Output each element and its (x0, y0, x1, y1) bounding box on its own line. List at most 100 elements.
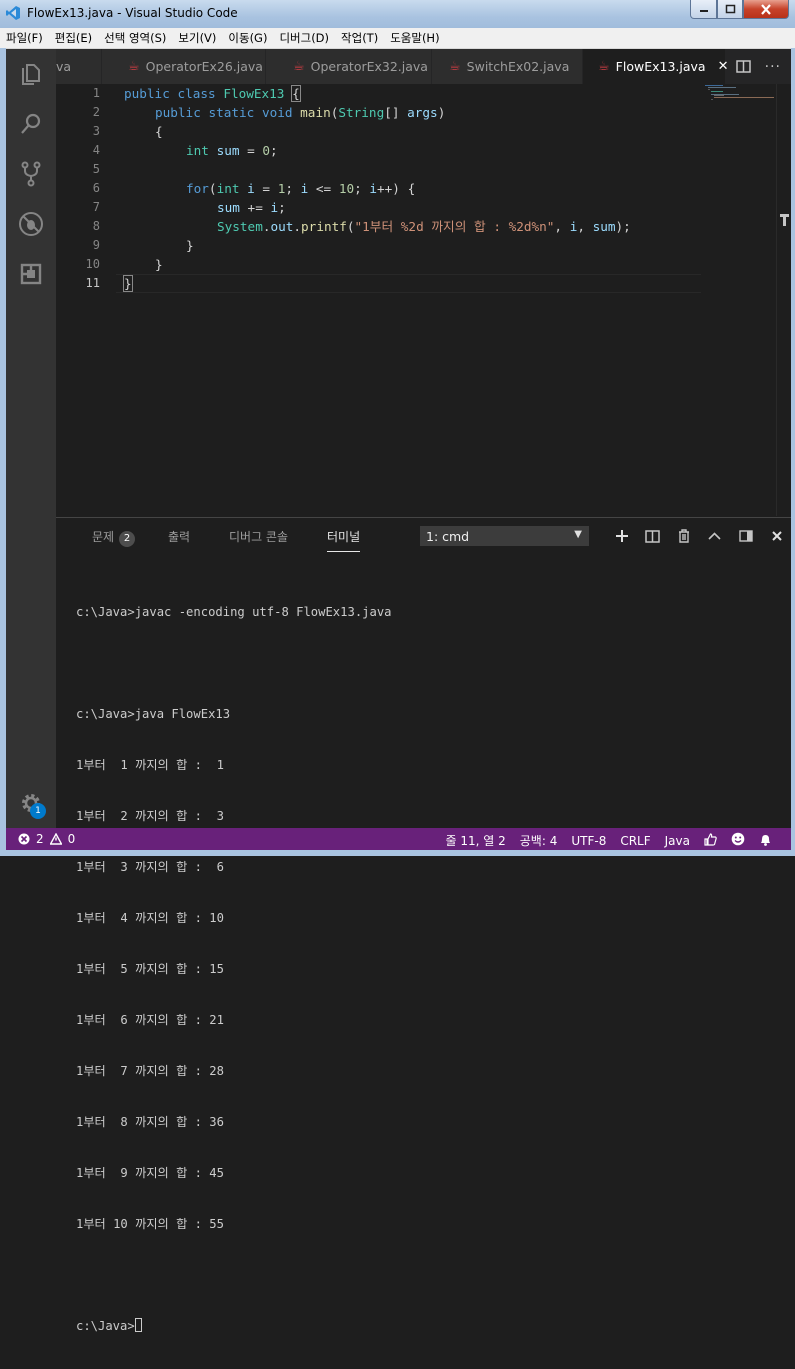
maximize-icon (725, 4, 735, 14)
tab-switchex02[interactable]: ☕ SwitchEx02.java (432, 49, 583, 84)
close-window-button[interactable] (743, 0, 789, 19)
minimize-button[interactable] (690, 0, 717, 19)
split-terminal-button[interactable] (637, 526, 668, 546)
menu-debug[interactable]: 디버그(D) (273, 30, 335, 46)
toggle-panel-position-button[interactable] (730, 526, 761, 546)
terminal-line: c:\Java>java FlowEx13 (76, 707, 231, 721)
split-editor-icon[interactable] (735, 60, 751, 73)
encoding[interactable]: UTF-8 (564, 834, 613, 848)
search-icon (21, 113, 41, 134)
line-ending[interactable]: CRLF (613, 834, 657, 848)
code-line: System.out.printf("1부터 %2d 까지의 합 : %2d%n… (217, 219, 631, 234)
extensions-button[interactable] (6, 249, 56, 299)
error-count: 2 (36, 832, 44, 846)
terminal-output[interactable]: c:\Java>javac -encoding utf-8 FlowEx13.j… (76, 570, 781, 1369)
git-branch-icon (21, 161, 41, 187)
code-editor[interactable]: 1 2 3 4 5 6 7 8 9 10 11 public class Flo… (56, 84, 791, 516)
tab-debug-console[interactable]: 디버그 콘솔 (229, 528, 288, 545)
code-line: for(int i = 1; i <= 10; i++) { (186, 181, 416, 196)
tab-label: OperatorEx26.java (145, 59, 263, 74)
scroll-position-marker-stem (783, 214, 786, 226)
code-line: } (155, 257, 163, 272)
warning-icon (49, 833, 62, 845)
status-bar: 2 0 줄 11, 열 2 공백: 4 UTF-8 CRLF Java (6, 828, 791, 850)
tab-flowex13[interactable]: ☕ FlowEx13.java ✕ (583, 49, 729, 84)
split-icon (645, 529, 660, 543)
menu-go[interactable]: 이동(G) (222, 30, 273, 46)
window-title: FlowEx13.java - Visual Studio Code (27, 6, 238, 20)
terminal-line: 1부터 2 까지의 합 : 3 (76, 809, 224, 823)
cursor-position[interactable]: 줄 11, 열 2 (439, 832, 513, 849)
activity-bar: 1 (6, 49, 56, 828)
search-button[interactable] (6, 99, 56, 149)
maximize-button[interactable] (717, 0, 743, 19)
tab-label: va (56, 59, 72, 74)
new-terminal-button[interactable] (606, 526, 637, 546)
code-line: } (123, 275, 133, 292)
vertical-scrollbar[interactable] (776, 84, 791, 516)
line-number: 2 (92, 105, 100, 119)
terminal-line: 1부터 1 까지의 합 : 1 (76, 758, 224, 772)
menu-view[interactable]: 보기(V) (172, 30, 222, 46)
code-line: { (155, 124, 163, 139)
java-icon: ☕ (449, 59, 461, 74)
line-number: 8 (92, 219, 100, 233)
terminal-prompt: c:\Java> (76, 1319, 135, 1333)
tab-problems-label: 문제 (92, 530, 115, 544)
java-icon: ☕ (128, 59, 140, 74)
tab-operatorex32[interactable]: ☕ OperatorEx32.java (266, 49, 432, 84)
more-actions-icon[interactable]: ··· (765, 59, 781, 75)
close-tab-icon[interactable]: ✕ (718, 59, 729, 74)
editor-tab-strip: va ☕ OperatorEx26.java ☕ OperatorEx32.ja… (56, 49, 791, 84)
terminal-select[interactable]: 1: cmd ▼ (420, 526, 589, 546)
extensions-icon (20, 263, 42, 285)
line-number: 7 (92, 200, 100, 214)
bell-icon[interactable] (752, 833, 779, 849)
menu-edit[interactable]: 편집(E) (49, 30, 98, 46)
terminal-line: 1부터 3 까지의 합 : 6 (76, 860, 224, 874)
code-area: public class FlowEx13 { public static vo… (123, 84, 731, 312)
tab-problems[interactable]: 문제 2 (92, 528, 136, 547)
warning-count: 0 (67, 832, 76, 846)
menu-tasks[interactable]: 작업(T) (335, 30, 384, 46)
panel-layout-icon (738, 530, 753, 542)
tab-operatorex26[interactable]: ☕ OperatorEx26.java (102, 49, 266, 84)
code-line: } (186, 238, 194, 253)
window-border-right (791, 48, 795, 856)
line-number: 10 (85, 257, 100, 271)
code-line: public static void main(String[] args) (155, 105, 446, 120)
plus-icon (615, 530, 628, 542)
problems-status[interactable]: 2 0 (18, 832, 75, 846)
line-number: 4 (92, 143, 100, 157)
menu-file[interactable]: 파일(F) (0, 30, 49, 46)
window-border-bottom (0, 850, 795, 856)
indentation[interactable]: 공백: 4 (513, 832, 565, 849)
language-mode[interactable]: Java (658, 834, 697, 848)
java-icon: ☕ (293, 59, 305, 74)
line-number: 5 (92, 162, 100, 176)
settings-button[interactable] (6, 778, 56, 828)
settings-update-badge: 1 (30, 803, 46, 819)
terminal-line: 1부터 8 까지의 합 : 36 (76, 1115, 224, 1129)
chevron-down-icon: ▼ (574, 529, 582, 540)
tab-terminal[interactable]: 터미널 (327, 528, 361, 552)
text-cursor (131, 275, 133, 291)
source-control-button[interactable] (6, 149, 56, 199)
explorer-button[interactable] (6, 49, 56, 99)
no-bug-icon (19, 212, 43, 236)
menu-selection[interactable]: 선택 영역(S) (98, 30, 172, 46)
kill-terminal-button[interactable] (668, 526, 699, 546)
maximize-panel-button[interactable] (699, 526, 730, 546)
tab-output[interactable]: 출력 (168, 528, 190, 545)
smiley-icon[interactable] (724, 832, 752, 849)
minimize-icon (699, 10, 708, 12)
menu-help[interactable]: 도움말(H) (384, 30, 445, 46)
debug-button[interactable] (6, 199, 56, 249)
terminal-line: 1부터 5 까지의 합 : 15 (76, 962, 224, 976)
thumbs-up-icon[interactable] (697, 832, 724, 849)
close-panel-button[interactable] (761, 526, 792, 546)
bottom-panel: 문제 2 출력 디버그 콘솔 터미널 1: cmd ▼ c:\Java>java… (56, 517, 792, 1333)
tab-partial[interactable]: va (56, 49, 102, 84)
minimap[interactable] (705, 84, 777, 104)
